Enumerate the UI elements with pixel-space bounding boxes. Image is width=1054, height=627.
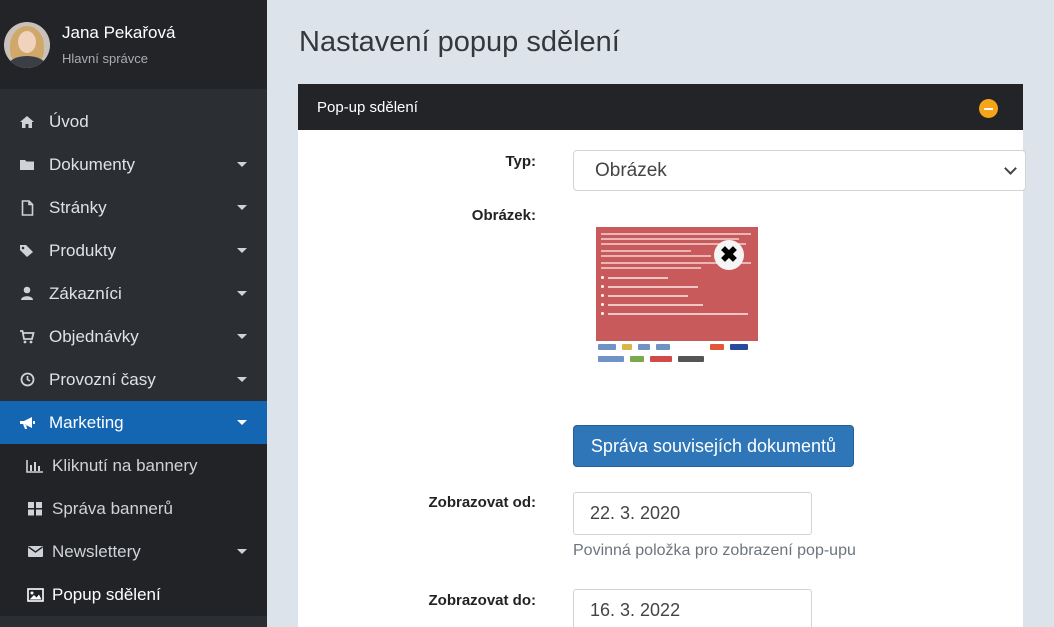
sidebar-item-stranky[interactable]: Stránky (0, 186, 267, 229)
payment-logos (596, 341, 758, 353)
chevron-down-icon (237, 162, 247, 167)
thumb-bullet-line (601, 303, 753, 306)
home-icon (18, 113, 36, 131)
sidebar-item-label: Popup sdělení (52, 584, 161, 604)
sidebar-item-label: Provozní časy (49, 369, 156, 389)
chevron-down-icon (237, 334, 247, 339)
envelope-icon (26, 544, 44, 560)
bar-chart-icon (26, 458, 44, 474)
user-role: Hlavní správce (62, 51, 148, 66)
type-select[interactable]: Obrázek (573, 150, 1026, 191)
thumb-text-line (601, 267, 701, 269)
sidebar-item-kliknuti-na-bannery[interactable]: Kliknutí na bannery (0, 444, 267, 487)
page-title: Nastavení popup sdělení (299, 26, 620, 58)
chevron-down-icon (237, 549, 247, 554)
sidebar-item-dokumenty[interactable]: Dokumenty (0, 143, 267, 186)
sidebar-item-label: Kliknutí na bannery (52, 455, 198, 475)
file-icon (18, 199, 36, 217)
sidebar-item-label: Úvod (49, 111, 89, 131)
display-from-value: 22. 3. 2020 (590, 503, 681, 523)
sidebar-item-label: Marketing (49, 412, 124, 432)
chevron-down-icon (237, 420, 247, 425)
thumb-text-line (601, 255, 711, 257)
main-menu: Úvod Dokumenty Stránky Produkty Zákazníc… (0, 100, 267, 444)
thumb-bullet-line (601, 276, 753, 279)
display-to-value: 16. 3. 2022 (590, 600, 681, 620)
chevron-down-icon (237, 291, 247, 296)
megaphone-icon (18, 414, 36, 432)
sidebar-item-label: Stránky (49, 197, 107, 217)
image-icon (26, 587, 44, 603)
chevron-down-icon (237, 377, 247, 382)
tag-icon (18, 242, 36, 260)
display-from-input[interactable]: 22. 3. 2020 (573, 492, 812, 535)
minus-circle-icon[interactable] (979, 99, 998, 118)
sidebar-item-popup-sdeleni[interactable]: Popup sdělení (0, 573, 267, 616)
display-from-help: Povinná položka pro zobrazení pop-upu (573, 542, 856, 559)
display-to-label: Zobrazovat do: (428, 592, 537, 609)
type-label: Typ: (505, 153, 536, 170)
sidebar-item-label: Zákazníci (49, 283, 122, 303)
sidebar-item-provozni-casy[interactable]: Provozní časy (0, 358, 267, 401)
sidebar-item-newslettery[interactable]: Newslettery (0, 530, 267, 573)
panel-title: Pop-up sdělení (317, 98, 418, 116)
chevron-down-icon (237, 205, 247, 210)
user-name: Jana Pekařová (62, 23, 176, 42)
sidebar-item-zakaznici[interactable]: Zákazníci (0, 272, 267, 315)
folder-icon (18, 156, 36, 174)
display-to-input[interactable]: 16. 3. 2022 (573, 589, 812, 627)
sidebar-item-label: Newslettery (52, 541, 141, 561)
sidebar: Jana Pekařová Hlavní správce Úvod Dokume… (0, 0, 267, 627)
sidebar-item-label: Produkty (49, 240, 117, 260)
chevron-down-icon (1004, 162, 1017, 175)
remove-image-button[interactable]: ✖ (714, 240, 744, 270)
sidebar-item-marketing[interactable]: Marketing (0, 401, 267, 444)
main-content: Nastavení popup sdělení Pop-up sdělení T… (267, 0, 1054, 627)
popup-panel: Pop-up sdělení Typ: Obrázek Obrázek: ✖ S… (298, 84, 1026, 627)
user-icon (18, 285, 36, 303)
panel-header: Pop-up sdělení (298, 84, 1023, 130)
thumb-text-line (601, 250, 691, 252)
clock-icon (18, 371, 36, 389)
chevron-down-icon (237, 248, 247, 253)
sidebar-item-objednavky[interactable]: Objednávky (0, 315, 267, 358)
type-select-value: Obrázek (595, 159, 667, 181)
manage-documents-button[interactable]: Správa souvisejích dokumentů (573, 425, 854, 467)
grid-icon (26, 501, 44, 517)
thumb-bullet-line (601, 294, 753, 297)
user-panel[interactable]: Jana Pekařová Hlavní správce (0, 0, 267, 89)
popup-image-thumbnail: ✖ (596, 227, 758, 387)
thumb-text-line (601, 233, 751, 235)
display-from-label: Zobrazovat od: (428, 494, 537, 511)
sidebar-item-label: Správa bannerů (52, 498, 173, 518)
cart-icon (18, 328, 36, 346)
marketing-submenu: Kliknutí na bannery Správa bannerů Newsl… (0, 444, 267, 616)
sidebar-item-produkty[interactable]: Produkty (0, 229, 267, 272)
sidebar-item-sprava-banneru[interactable]: Správa bannerů (0, 487, 267, 530)
sidebar-item-label: Objednávky (49, 326, 139, 346)
sidebar-item-label: Dokumenty (49, 154, 135, 174)
partner-logos (596, 353, 758, 365)
thumb-bullet-line (601, 312, 753, 315)
thumb-bullet-line (601, 285, 753, 288)
sidebar-item-uvod[interactable]: Úvod (0, 100, 267, 143)
avatar (4, 21, 50, 68)
image-label: Obrázek: (471, 207, 536, 224)
thumb-text-line (601, 238, 739, 240)
